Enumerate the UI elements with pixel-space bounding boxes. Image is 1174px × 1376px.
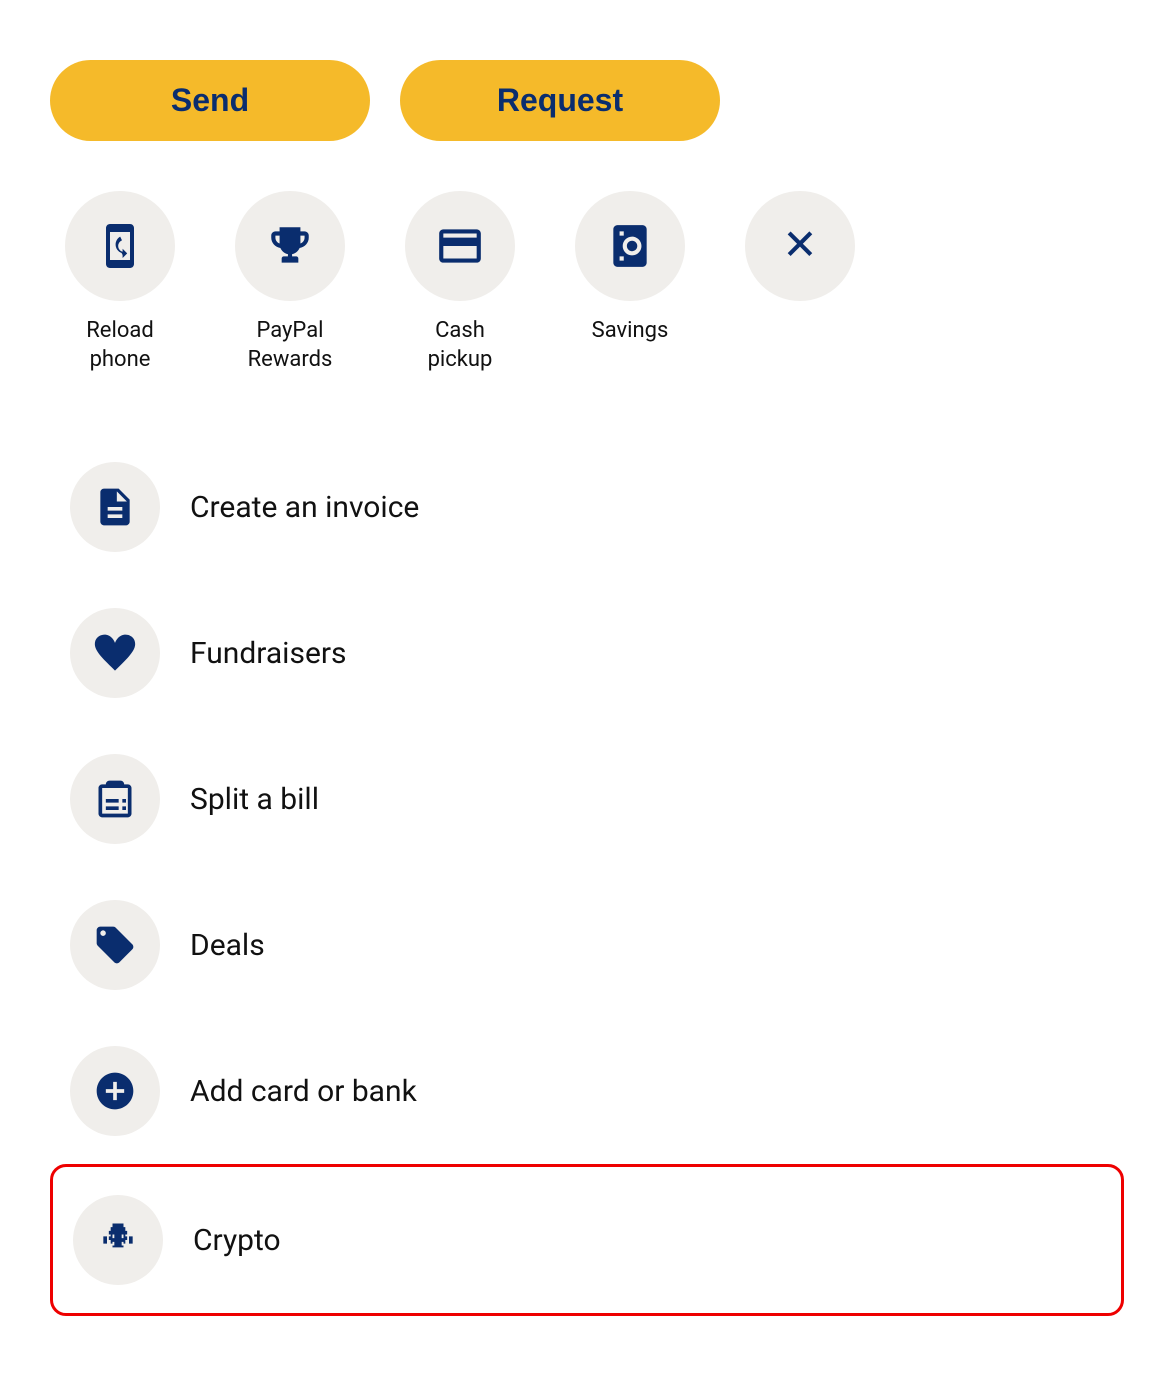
savings-label: Savings [592,317,669,346]
trophy-icon [265,221,315,271]
split-bill-icon [93,777,137,821]
quick-action-savings[interactable]: Savings [560,191,700,346]
add-bank-icon-circle [70,1046,160,1136]
split-bill-label: Split a bill [190,782,319,817]
list-items: Create an invoice Fundraisers Split a bi… [50,434,1124,1316]
list-item-crypto[interactable]: Crypto [50,1164,1124,1316]
invoice-icon-circle [70,462,160,552]
deals-icon-circle [70,900,160,990]
list-item-split-bill[interactable]: Split a bill [50,726,1124,872]
add-bank-icon [93,1069,137,1113]
crypto-icon-circle [73,1195,163,1285]
crypto-icon [96,1218,140,1262]
cash-pickup-label: Cashpickup [428,317,493,374]
safe-icon [605,221,655,271]
phone-reload-icon [96,222,144,270]
list-item-deals[interactable]: Deals [50,872,1124,1018]
top-buttons: Send Request [50,60,1124,141]
paypal-rewards-label: PayPalRewards [248,317,333,374]
split-bill-icon-circle [70,754,160,844]
deals-label: Deals [190,928,265,963]
request-button[interactable]: Request [400,60,720,141]
reload-phone-label: Reloadphone [86,317,154,374]
reload-phone-icon-circle [65,191,175,301]
cash-icon [435,221,485,271]
fundraisers-label: Fundraisers [190,636,347,671]
list-item-create-invoice[interactable]: Create an invoice [50,434,1124,580]
quick-action-reload-phone[interactable]: Reloadphone [50,191,190,374]
close-icon-circle: ✕ [745,191,855,301]
fundraiser-icon [93,631,137,675]
quick-action-close[interactable]: ✕ [730,191,870,301]
list-item-add-card-bank[interactable]: Add card or bank [50,1018,1124,1164]
list-item-fundraisers[interactable]: Fundraisers [50,580,1124,726]
quick-actions: Reloadphone PayPalRewards Cashpickup Sav… [50,191,1124,374]
crypto-label: Crypto [193,1223,281,1258]
invoice-icon [93,485,137,529]
cash-pickup-icon-circle [405,191,515,301]
close-icon: ✕ [782,225,817,267]
send-button[interactable]: Send [50,60,370,141]
create-invoice-label: Create an invoice [190,490,419,525]
add-card-bank-label: Add card or bank [190,1074,417,1109]
paypal-rewards-icon-circle [235,191,345,301]
deals-icon [93,923,137,967]
fundraiser-icon-circle [70,608,160,698]
quick-action-cash-pickup[interactable]: Cashpickup [390,191,530,374]
quick-action-paypal-rewards[interactable]: PayPalRewards [220,191,360,374]
savings-icon-circle [575,191,685,301]
